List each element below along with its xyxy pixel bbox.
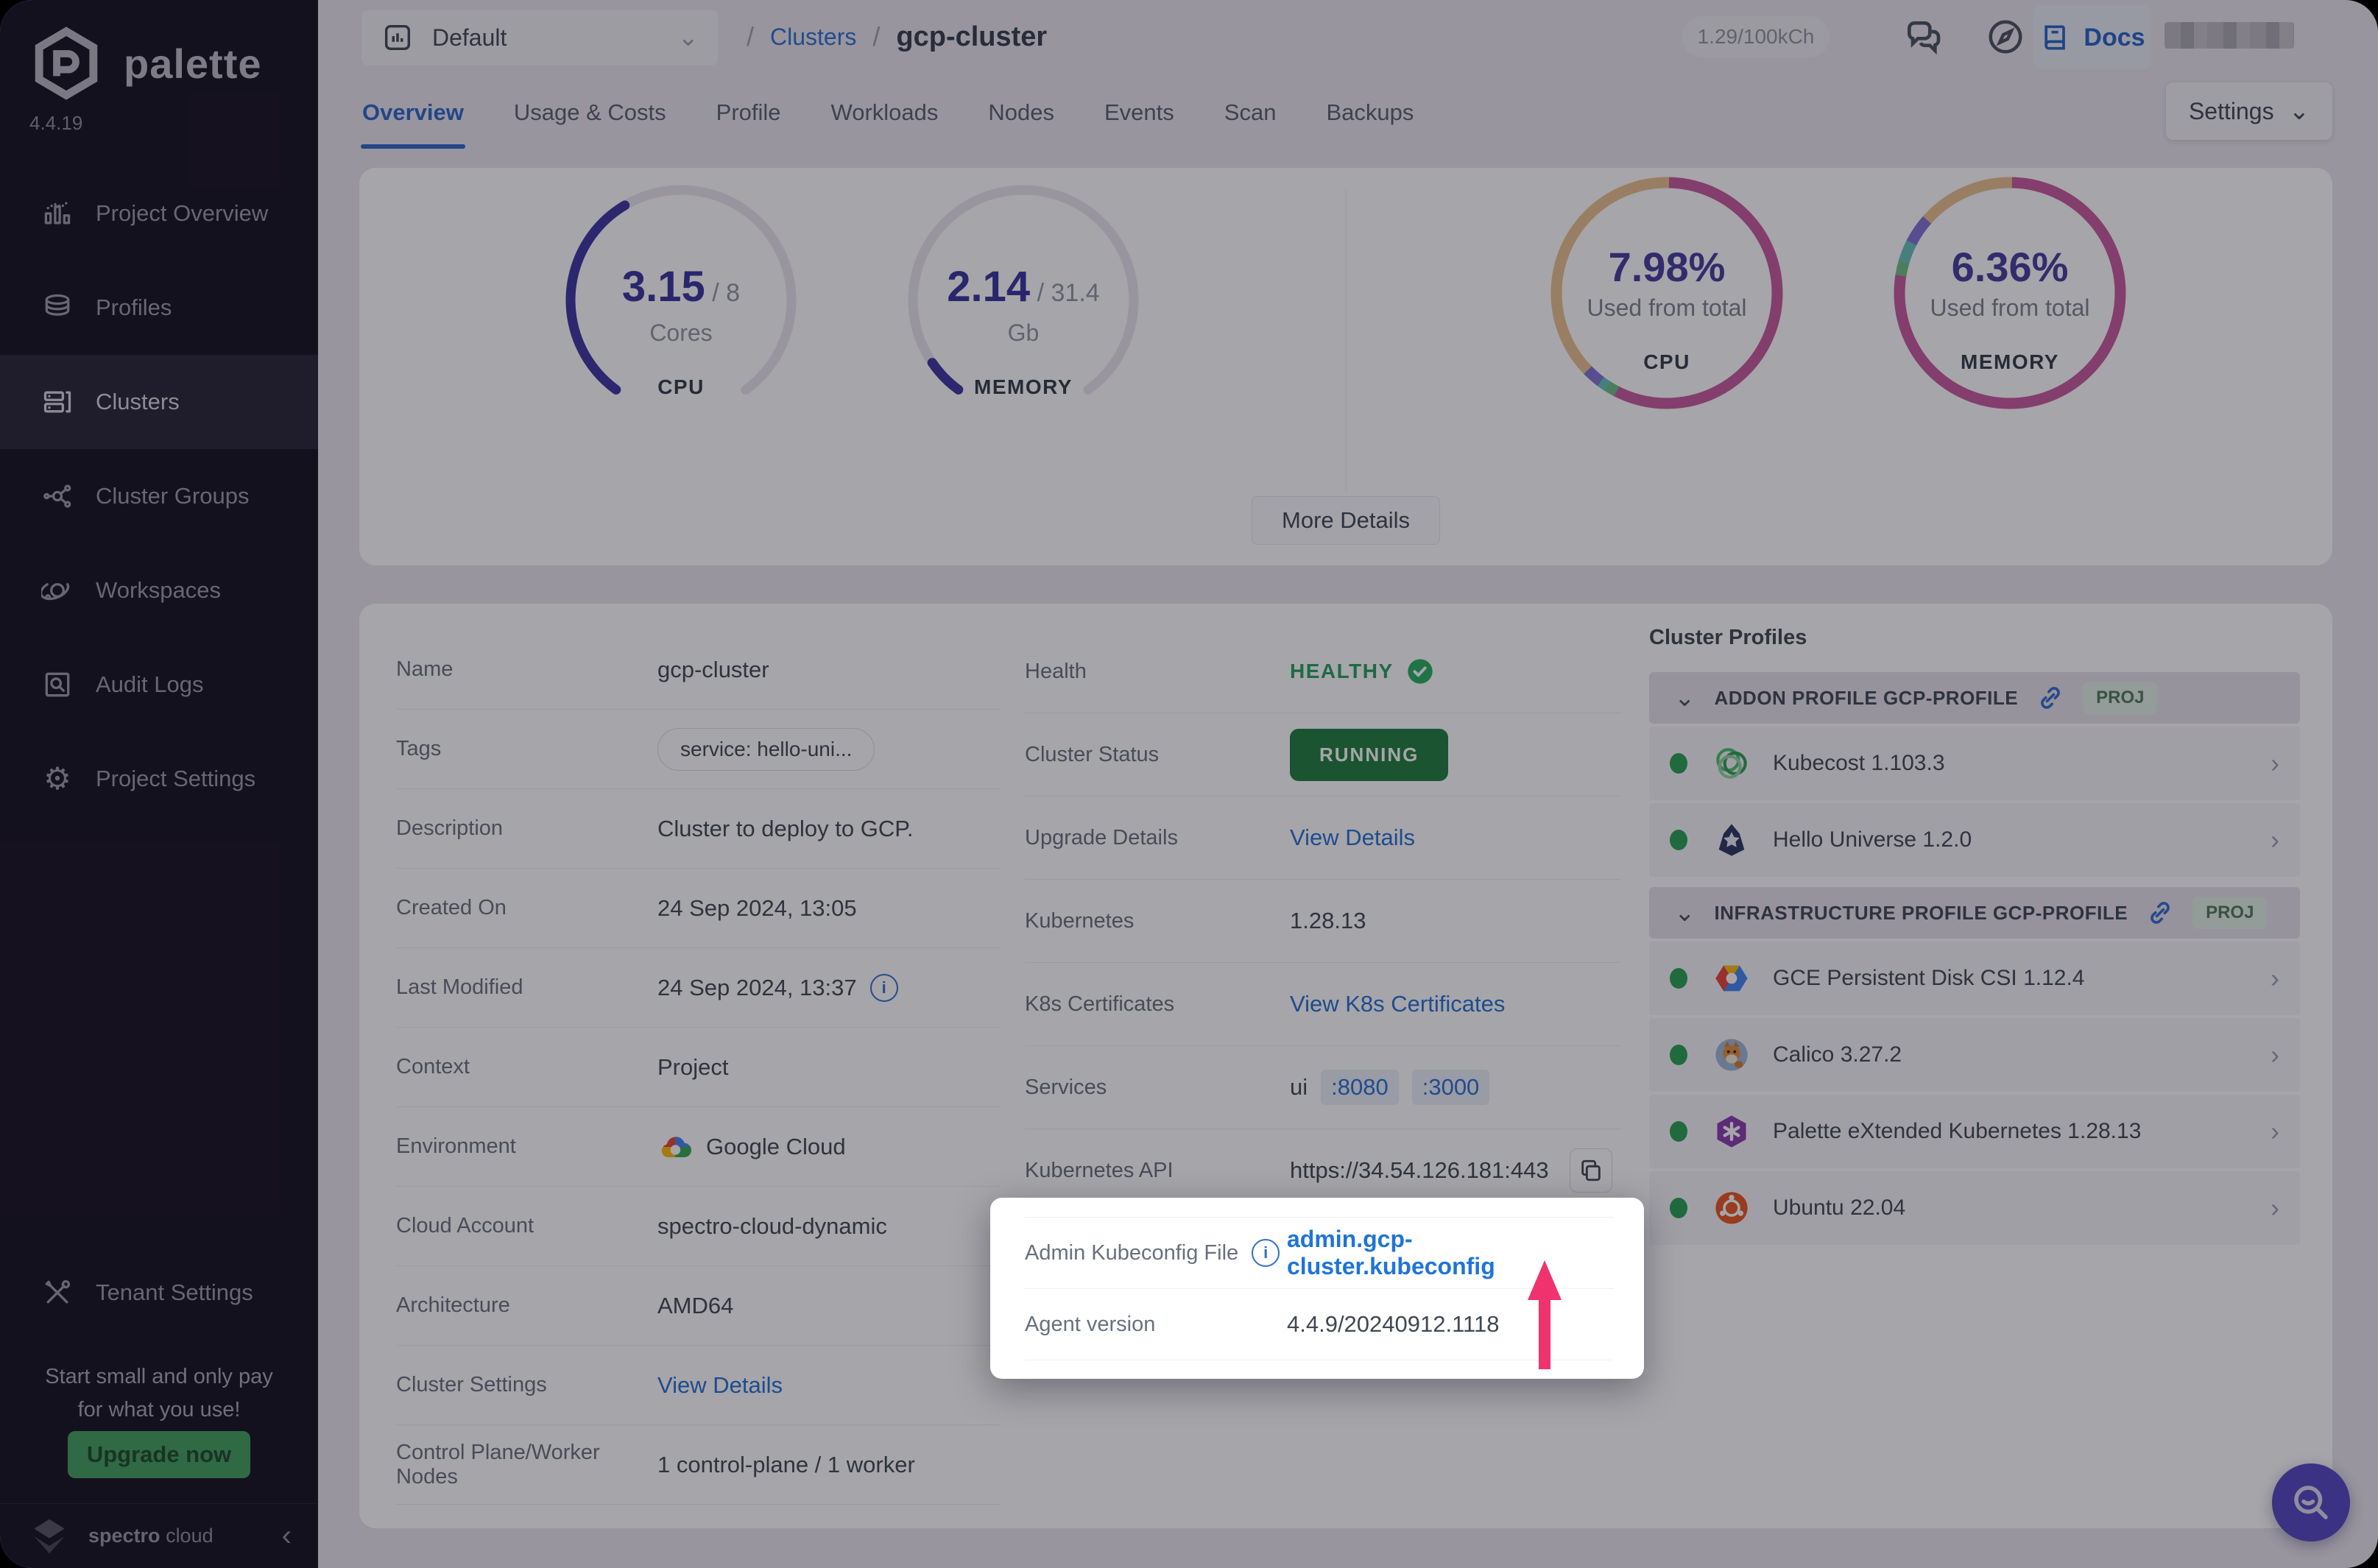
info-icon[interactable]: i xyxy=(1252,1239,1280,1267)
pointer-arrow xyxy=(1521,1260,1568,1372)
app-window: palette 4.4.19 Project Overview Profiles xyxy=(0,0,2378,1568)
agent-version-value: 4.4.9/20240912.1118 xyxy=(1287,1311,1499,1338)
